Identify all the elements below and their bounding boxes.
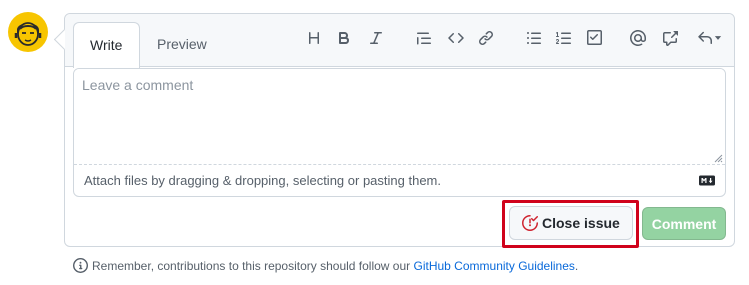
comment-textarea[interactable] (74, 69, 725, 165)
link-button[interactable] (474, 26, 498, 50)
italic-button[interactable] (364, 26, 388, 50)
heading-button[interactable] (302, 26, 326, 50)
community-guidelines-link[interactable]: GitHub Community Guidelines (414, 259, 575, 273)
close-issue-label: Close issue (542, 215, 620, 231)
bold-icon (339, 32, 349, 44)
avatar[interactable] (8, 12, 48, 52)
markdown-icon[interactable] (699, 175, 715, 186)
note-text: Remember, contributions to this reposito… (92, 258, 411, 273)
tab-write[interactable]: Write (73, 22, 140, 68)
task-list-icon (587, 30, 602, 45)
saved-replies-button[interactable] (692, 26, 728, 50)
mention-icon (630, 30, 646, 46)
triangle-down-icon (714, 36, 722, 40)
cross-reference-icon (663, 31, 678, 46)
list-ordered-icon (556, 32, 571, 44)
note-suffix: . (574, 258, 579, 273)
quote-icon (417, 32, 431, 45)
italic-icon (370, 32, 382, 44)
heading-icon (309, 32, 319, 44)
comment-form: Write Preview Att (64, 13, 735, 248)
ordered-list-button[interactable] (552, 26, 576, 50)
resize-grip-icon[interactable] (713, 153, 723, 163)
cross-reference-button[interactable] (658, 26, 682, 50)
tab-preview[interactable]: Preview (141, 22, 223, 68)
comment-button[interactable]: Comment (642, 207, 726, 240)
unordered-list-button[interactable] (522, 26, 546, 50)
user-avatar-icon (8, 12, 48, 52)
code-icon (448, 32, 464, 44)
quote-button[interactable] (412, 26, 436, 50)
attach-files-text: Attach files by dragging & dropping, sel… (84, 173, 441, 188)
info-icon (73, 258, 88, 273)
contribution-note: Remember, contributions to this reposito… (73, 258, 578, 273)
link-icon (478, 30, 494, 46)
mention-button[interactable] (626, 26, 650, 50)
file-attachment-bar[interactable]: Attach files by dragging & dropping, sel… (74, 166, 725, 196)
task-list-button[interactable] (582, 26, 606, 50)
close-issue-button[interactable]: Close issue (509, 206, 633, 240)
issue-closed-icon (522, 215, 538, 231)
comment-editor: Attach files by dragging & dropping, sel… (73, 68, 726, 197)
list-unordered-icon (527, 32, 541, 44)
code-button[interactable] (444, 26, 468, 50)
bold-button[interactable] (332, 26, 356, 50)
reply-icon (698, 31, 712, 44)
